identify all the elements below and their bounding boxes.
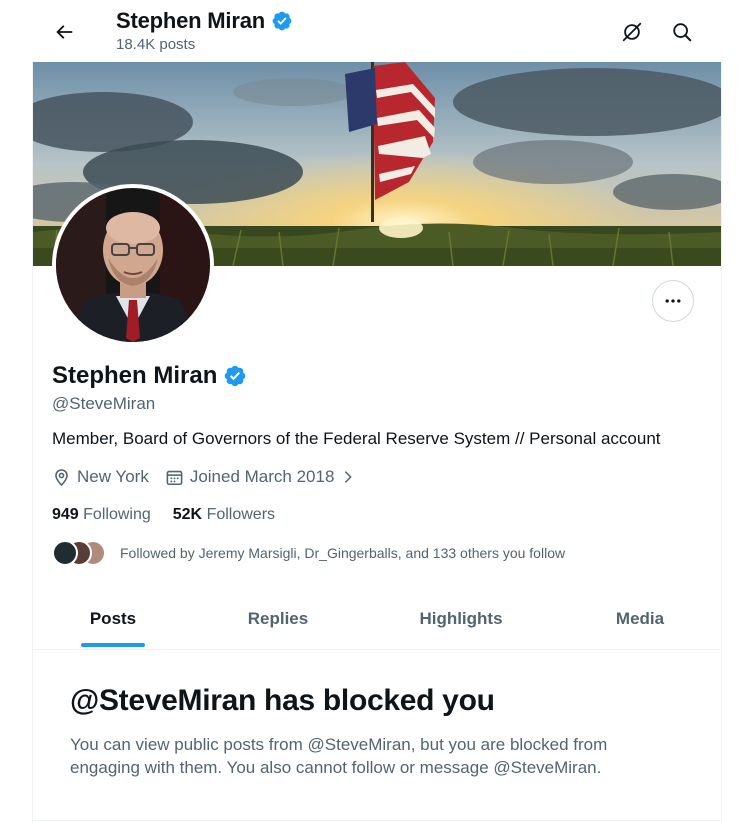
tab-posts[interactable]: Posts	[33, 588, 193, 649]
grok-icon	[622, 22, 642, 42]
search-icon	[673, 23, 692, 42]
tab-highlights[interactable]: Highlights	[363, 588, 559, 649]
location-pin-icon	[55, 468, 68, 486]
joined-date-item[interactable]: Joined March 2018	[165, 467, 357, 487]
joined-text: Joined March 2018	[189, 467, 335, 486]
more-dots-icon	[665, 299, 681, 303]
profile-name: Stephen Miran	[52, 362, 247, 390]
location-text: New York	[77, 467, 149, 486]
following-count: 949	[52, 506, 79, 523]
location-item: New York	[52, 467, 149, 487]
header-name: Stephen Miran	[116, 8, 265, 33]
active-tab-indicator	[81, 643, 145, 647]
top-header: Stephen Miran 18.4K posts	[0, 0, 756, 62]
following-label: Following	[83, 506, 151, 523]
followers-you-know[interactable]: Followed by Jeremy Marsigli, Dr_Gingerba…	[52, 540, 565, 566]
back-button[interactable]	[46, 14, 82, 50]
following-link[interactable]: 949 Following	[52, 506, 151, 524]
back-arrow-icon	[56, 25, 73, 39]
divider	[33, 820, 721, 821]
profile-tabs: Posts Replies Highlights Media	[33, 588, 721, 650]
avatar-image	[56, 188, 210, 342]
blocked-message: You can view public posts from @SteveMir…	[70, 735, 608, 777]
verified-badge-icon	[272, 11, 292, 31]
followers-link[interactable]: 52K Followers	[173, 506, 275, 524]
followers-label: Followers	[206, 506, 276, 523]
profile-bio: Member, Board of Governors of the Federa…	[52, 429, 661, 448]
profile-avatar[interactable]	[52, 184, 214, 346]
blocked-title: @SteveMiran has blocked you	[70, 684, 495, 717]
search-button[interactable]	[664, 14, 700, 50]
followers-count: 52K	[172, 506, 203, 523]
grok-button[interactable]	[614, 14, 650, 50]
mutual-avatar	[52, 540, 78, 566]
tab-replies[interactable]: Replies	[193, 588, 363, 649]
profile-name-text: Stephen Miran	[52, 362, 218, 389]
profile-meta: New York Joined March 2018	[52, 467, 372, 487]
profile-handle: @SteveMiran	[52, 394, 156, 413]
more-options-button[interactable]	[652, 280, 694, 322]
posts-count: 18.4K posts	[116, 36, 196, 53]
mutual-avatars	[52, 540, 108, 566]
followed-by-text: Followed by Jeremy Marsigli, Dr_Gingerba…	[120, 545, 566, 561]
header-title: Stephen Miran 18.4K posts	[116, 8, 293, 53]
tab-media[interactable]: Media	[559, 588, 721, 649]
verified-badge-icon[interactable]	[223, 364, 247, 388]
calendar-icon	[166, 470, 183, 485]
follow-stats: 949 Following 52K Followers	[52, 506, 297, 524]
chevron-right-icon	[345, 471, 353, 483]
